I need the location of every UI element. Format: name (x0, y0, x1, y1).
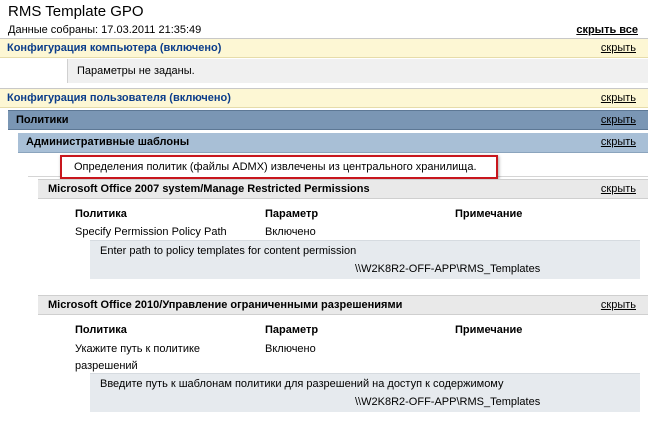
computer-config-label: Конфигурация компьютера (включено) (7, 42, 222, 54)
policy-detail-label: Enter path to policy templates for conte… (100, 245, 357, 257)
column-header-setting: Параметр (265, 324, 319, 336)
policies-header[interactable]: Политики скрыть (8, 110, 648, 130)
admx-note-highlight: Определения политик (файлы ADMX) извлече… (60, 155, 498, 179)
user-config-hide-link[interactable]: скрыть (601, 92, 636, 104)
hide-all-link[interactable]: скрыть все (576, 24, 638, 36)
admin-templates-header[interactable]: Административные шаблоны скрыть (18, 133, 648, 153)
column-header-note: Примечание (455, 324, 523, 336)
office2010-hide-link[interactable]: скрыть (601, 299, 636, 311)
computer-config-hide-link[interactable]: скрыть (601, 42, 636, 54)
policy-setting: Включено (265, 343, 316, 355)
column-header-policy: Политика (75, 208, 127, 220)
column-header-note: Примечание (455, 208, 523, 220)
report-title: RMS Template GPO (8, 3, 144, 20)
policies-hide-link[interactable]: скрыть (601, 114, 636, 126)
admin-templates-label: Административные шаблоны (26, 136, 190, 148)
column-header-setting: Параметр (265, 208, 319, 220)
collected-timestamp: Данные собраны: 17.03.2011 21:35:49 (8, 24, 202, 36)
office2007-label: Microsoft Office 2007 system/Manage Rest… (48, 183, 370, 195)
policy-detail-box: Введите путь к шаблонам политики для раз… (90, 373, 640, 412)
column-header-policy: Политика (75, 324, 127, 336)
policy-name-line2: разрешений (75, 360, 138, 372)
policy-name-line1: Укажите путь к политике (75, 343, 201, 355)
policy-name: Specify Permission Policy Path (75, 226, 227, 238)
policy-detail-label: Введите путь к шаблонам политики для раз… (100, 378, 504, 390)
policy-detail-value: \\W2K8R2-OFF-APP\RMS_Templates (355, 396, 541, 408)
policies-label: Политики (16, 114, 69, 126)
office2010-label: Microsoft Office 2010/Управление огранич… (48, 299, 403, 311)
policy-detail-value: \\W2K8R2-OFF-APP\RMS_Templates (355, 263, 541, 275)
admx-note-text: Определения политик (файлы ADMX) извлече… (74, 161, 477, 173)
policy-setting: Включено (265, 226, 316, 238)
policy-detail-box: Enter path to policy templates for conte… (90, 240, 640, 279)
computer-config-body: Параметры не заданы. (67, 59, 648, 83)
no-params-text: Параметры не заданы. (77, 65, 195, 77)
office2007-hide-link[interactable]: скрыть (601, 183, 636, 195)
computer-config-header[interactable]: Конфигурация компьютера (включено) скрыт… (0, 38, 648, 58)
office2007-header[interactable]: Microsoft Office 2007 system/Manage Rest… (38, 179, 648, 199)
office2010-header[interactable]: Microsoft Office 2010/Управление огранич… (38, 295, 648, 315)
user-config-label: Конфигурация пользователя (включено) (7, 92, 231, 104)
admin-templates-hide-link[interactable]: скрыть (601, 136, 636, 148)
user-config-header[interactable]: Конфигурация пользователя (включено) скр… (0, 88, 648, 108)
